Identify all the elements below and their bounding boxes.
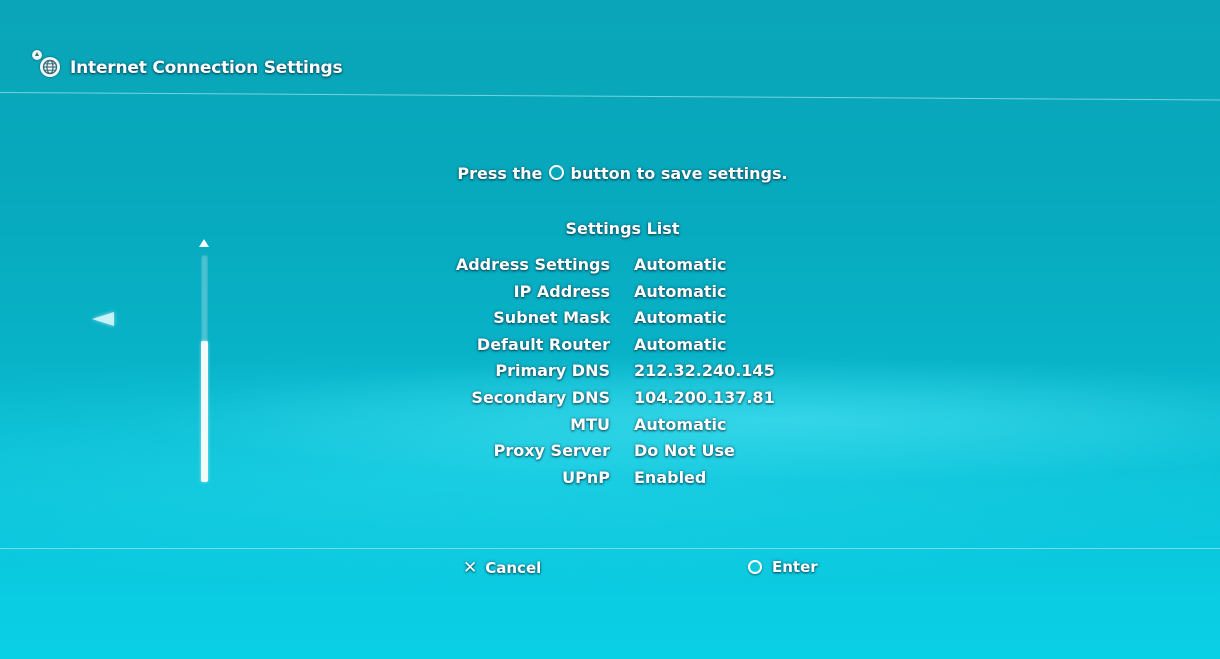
- footer-divider: [0, 548, 1220, 549]
- page-title: Internet Connection Settings: [70, 58, 343, 78]
- setting-value: Automatic: [634, 414, 727, 434]
- settings-row: IP Address Automatic: [0, 282, 900, 308]
- save-instruction: Press the button to save settings.: [0, 164, 1220, 183]
- setting-label: Proxy Server: [493, 441, 610, 461]
- setting-label: Address Settings: [455, 255, 610, 274]
- enter-button[interactable]: Enter: [748, 558, 818, 576]
- circle-button-icon: [548, 165, 564, 180]
- setting-value: Do Not Use: [634, 441, 735, 461]
- screen-header: Internet Connection Settings: [30, 50, 343, 82]
- setting-value: Automatic: [634, 255, 727, 274]
- settings-row: UPnP Enabled: [0, 468, 900, 494]
- setting-value: Automatic: [634, 281, 727, 301]
- setting-value: 104.200.137.81: [634, 388, 775, 407]
- setting-value: Automatic: [634, 334, 727, 354]
- setting-label: IP Address: [513, 281, 610, 301]
- circle-button-icon: [748, 560, 762, 574]
- settings-list-title: Settings List: [565, 219, 680, 238]
- cancel-label: Cancel: [485, 559, 542, 577]
- settings-row: Subnet Mask Automatic: [0, 308, 900, 334]
- scroll-up-arrow-icon[interactable]: [199, 239, 209, 247]
- user-badge-icon: [32, 50, 42, 60]
- settings-row: Proxy Server Do Not Use: [0, 441, 900, 467]
- globe-icon: [40, 57, 60, 77]
- header-divider: [0, 92, 1220, 101]
- setting-label: Primary DNS: [495, 361, 610, 381]
- setting-label: Secondary DNS: [471, 388, 610, 407]
- back-arrow-icon[interactable]: [92, 312, 114, 326]
- enter-label: Enter: [772, 558, 818, 576]
- settings-row: MTU Automatic: [0, 415, 900, 441]
- instruction-text-after: button to save settings.: [564, 164, 788, 183]
- setting-label: Default Router: [476, 334, 610, 354]
- instruction-text-before: Press the: [457, 164, 548, 183]
- scrollbar-thumb[interactable]: [201, 341, 208, 482]
- cancel-button[interactable]: ✕ Cancel: [463, 558, 541, 578]
- setting-label: MTU: [570, 414, 610, 434]
- settings-row: Primary DNS 212.32.240.145: [0, 361, 900, 387]
- cross-button-icon: ✕: [463, 558, 478, 578]
- setting-label: UPnP: [562, 467, 610, 487]
- setting-value: Enabled: [634, 467, 707, 487]
- settings-row: Address Settings Automatic: [0, 255, 900, 281]
- setting-value: Automatic: [634, 308, 727, 328]
- settings-row: Secondary DNS 104.200.137.81: [0, 388, 900, 414]
- setting-label: Subnet Mask: [493, 308, 610, 328]
- setting-value: 212.32.240.145: [634, 361, 775, 381]
- network-globe-icon: [30, 50, 64, 82]
- scrollbar[interactable]: [201, 255, 208, 482]
- settings-row: Default Router Automatic: [0, 335, 900, 361]
